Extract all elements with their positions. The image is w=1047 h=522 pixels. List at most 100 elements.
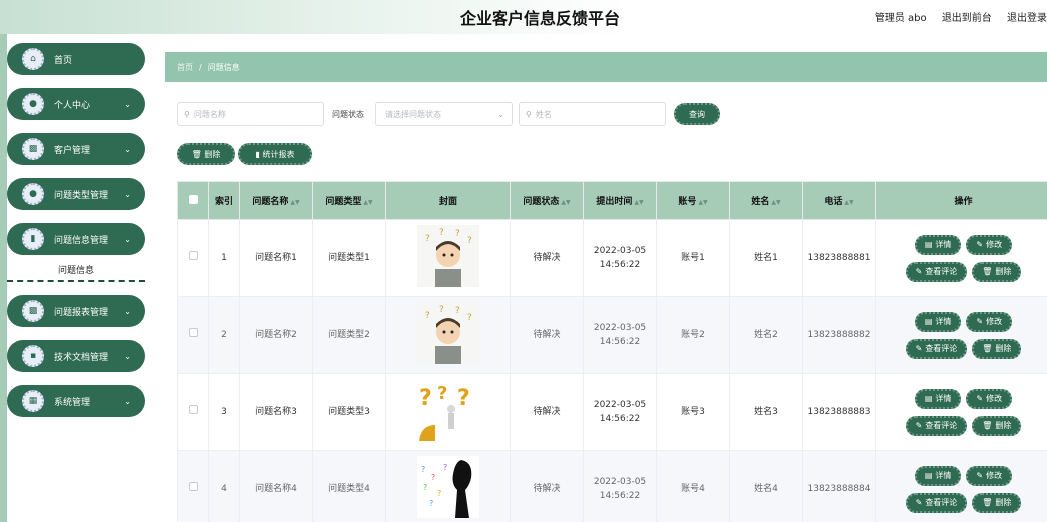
checkbox[interactable] [188,251,198,260]
header-name[interactable]: 问题名称 ▲▼ [239,181,313,220]
header-time[interactable]: 提出时间 ▲▼ [583,181,657,220]
status-filter-label: 问题状态 [332,110,364,119]
header-actions: 操作 [875,181,1047,220]
sidebar-item-issue-types[interactable]: ● 问题类型管理 ⌄ [7,178,145,210]
cell-account: 账号3 [656,373,730,451]
header-select-all[interactable] [177,181,209,220]
detail-button[interactable]: ▤ 详情 [914,234,962,255]
delete-button[interactable]: 🗑 删除 [972,415,1022,436]
back-to-front-link[interactable]: 退出到前台 [942,13,992,24]
batch-delete-button[interactable]: 🗑 删除 [177,143,235,165]
delete-button[interactable]: 🗑 删除 [972,338,1022,359]
row-select[interactable] [177,373,209,451]
header-status[interactable]: 问题状态 ▲▼ [510,181,584,220]
cover-image[interactable]: ? ? ? ? ? ? [417,455,479,518]
detail-button[interactable]: ▤ 详情 [914,388,962,409]
view-comments-button[interactable]: ✎ 查看评论 [905,338,968,359]
checkbox[interactable] [188,405,198,414]
cell-time: 2022-03-05 14:56:22 [583,450,657,522]
edit-button[interactable]: ✎ 修改 [966,465,1013,486]
sidebar-item-personal-center[interactable]: ● 个人中心 ⌄ [7,88,145,120]
row-select[interactable] [177,219,209,297]
sidebar-item-label: 问题类型管理 [54,190,109,201]
edit-button[interactable]: ✎ 修改 [966,234,1013,255]
delete-button[interactable]: 🗑 删除 [972,261,1022,282]
edit-icon: ✎ [976,316,984,326]
delete-button[interactable]: 🗑 删除 [972,492,1022,513]
detail-label: 详情 [935,316,952,326]
svg-text:?: ? [455,306,460,316]
detail-label: 详情 [935,470,952,480]
breadcrumb-current: 问题信息 [207,62,240,72]
edit-button[interactable]: ✎ 修改 [966,388,1013,409]
query-button[interactable]: 查询 [674,103,720,125]
table-row: 2 问题名称2 问题类型2 ? ? ? ? 待解决 2022-03-05 14:… [177,296,1047,374]
header-phone[interactable]: 电话 ▲▼ [802,181,876,220]
cell-phone: 13823888883 [802,373,876,451]
edit-label: 修改 [986,470,1003,480]
cell-type: 问题类型4 [312,450,386,522]
sidebar-item-label: 技术文档管理 [54,352,109,363]
cell-index: 3 [208,373,240,451]
sidebar-item-home[interactable]: ⌂ 首页 [7,43,145,75]
sidebar-item-issue-info[interactable]: ▮ 问题信息管理 ⌄ [7,223,145,255]
svg-text:?: ? [439,305,444,315]
cell-type: 问题类型1 [312,219,386,297]
edit-icon: ✎ [915,266,923,276]
edit-label: 修改 [986,393,1003,403]
detail-label: 详情 [935,393,952,403]
cell-username: 姓名1 [729,219,803,297]
breadcrumb-home[interactable]: 首页 [177,62,193,73]
issue-name-input[interactable]: ⚲ 问题名称 [177,102,324,126]
stats-report-button[interactable]: ▮ 统计报表 [238,143,312,165]
cell-type: 问题类型2 [312,296,386,374]
username-input[interactable]: ⚲ 姓名 [519,102,666,126]
sort-icon: ▲▼ [634,199,644,206]
cell-status: 待解决 [510,373,584,451]
user-icon: ● [22,93,44,115]
sidebar-item-issue-reports[interactable]: ▩ 问题报表管理 ⌄ [7,295,145,327]
sidebar-item-tech-docs[interactable]: ▪ 技术文档管理 ⌄ [7,340,145,372]
sidebar-item-system[interactable]: ▦ 系统管理 ⌄ [7,385,145,417]
stats-report-label: 统计报表 [262,149,295,159]
header-cover: 封面 [385,181,511,220]
view-comments-button[interactable]: ✎ 查看评论 [905,415,968,436]
edit-button[interactable]: ✎ 修改 [966,311,1013,332]
edit-icon: ✎ [915,420,923,430]
checkbox[interactable] [188,194,198,204]
sidebar-subitem-issue-info[interactable]: 问题信息 [7,258,145,282]
table-row: 3 问题名称3 问题类型3 ? ? ? 待解决 2022-03-05 14:56 [177,373,1047,451]
breadcrumb: 首页 / 问题信息 [165,52,1047,82]
user-icon: ● [22,183,44,205]
cover-image[interactable]: ? ? ? ? [417,224,479,287]
detail-button[interactable]: ▤ 详情 [914,311,962,332]
header-username[interactable]: 姓名 ▲▼ [729,181,803,220]
status-select[interactable]: 请选择问题状态 ⌄ [375,102,513,126]
view-comments-button[interactable]: ✎ 查看评论 [905,492,968,513]
header-index: 索引 [208,181,240,220]
cell-cover: ? ? ? ? [385,296,511,374]
header-type[interactable]: 问题类型 ▲▼ [312,181,386,220]
svg-text:?: ? [439,228,444,238]
chevron-down-icon: ⌄ [124,306,131,316]
checkbox[interactable] [188,482,198,491]
trash-icon: 🗑 [982,343,993,353]
header-links: 管理员 abo 退出到前台 退出登录 [863,9,1047,24]
row-select[interactable] [177,450,209,522]
chevron-down-icon: ⌄ [497,109,504,119]
logout-link[interactable]: 退出登录 [1007,13,1047,24]
sort-icon: ▲▼ [363,199,373,206]
cover-image[interactable]: ? ? ? [417,378,479,441]
sidebar: ⌂ 首页 ● 个人中心 ⌄ ▩ 客户管理 ⌄ ● 问题类型管理 ⌄ ▮ 问题信息… [7,34,153,522]
cell-phone: 13823888882 [802,296,876,374]
sidebar-item-customers[interactable]: ▩ 客户管理 ⌄ [7,133,145,165]
cell-account: 账号4 [656,450,730,522]
detail-button[interactable]: ▤ 详情 [914,465,962,486]
svg-text:?: ? [431,473,435,482]
svg-text:?: ? [421,465,425,474]
checkbox[interactable] [188,328,198,337]
row-select[interactable] [177,296,209,374]
cover-image[interactable]: ? ? ? ? [417,301,479,364]
header-account[interactable]: 账号 ▲▼ [656,181,730,220]
view-comments-button[interactable]: ✎ 查看评论 [905,261,968,282]
